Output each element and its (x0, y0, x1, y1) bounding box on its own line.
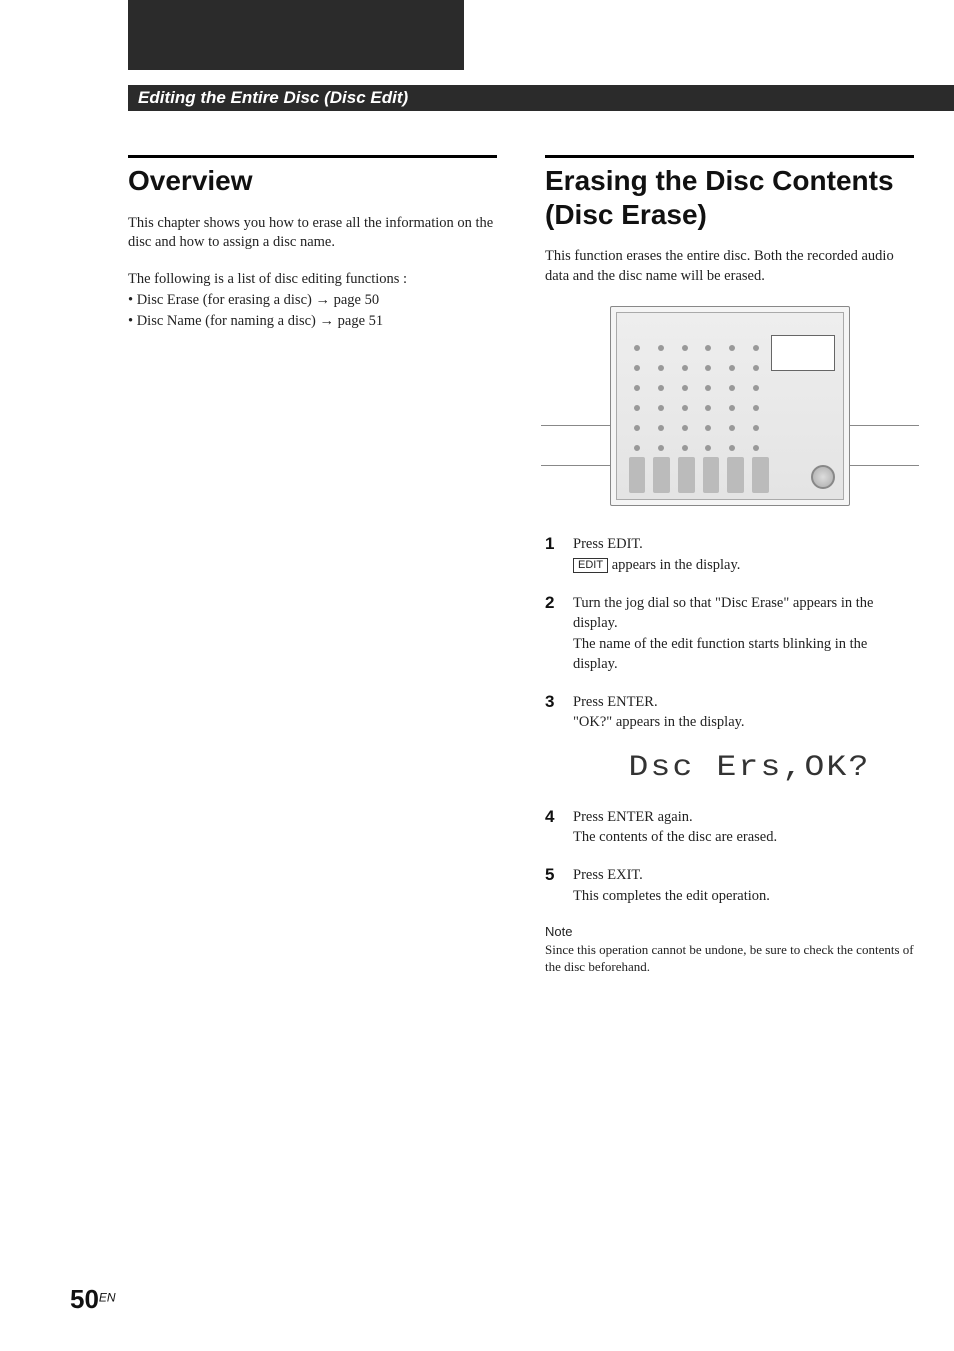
bullet-item: Disc Name (for naming a disc) → page 51 (128, 311, 497, 332)
step-line: Press EDIT. (573, 536, 643, 552)
step-body: Press EXIT. This completes the edit oper… (573, 865, 770, 906)
step-line: Press ENTER again. (573, 809, 693, 825)
step-body: Press ENTER again. The contents of the d… (573, 807, 777, 848)
overview-bullets: Disc Erase (for erasing a disc) → page 5… (128, 290, 497, 332)
page-number-suffix: EN (99, 1291, 116, 1305)
device-sliders (629, 457, 769, 493)
page-number: 50EN (70, 1284, 116, 1315)
edit-indicator-box: EDIT (573, 558, 608, 573)
step-number: 5 (545, 865, 559, 906)
section-bar-title: Editing the Entire Disc (Disc Edit) (138, 88, 408, 108)
step-4: 4 Press ENTER again. The contents of the… (545, 807, 914, 848)
step-body: Turn the jog dial so that "Disc Erase" a… (573, 593, 914, 674)
step-line: The contents of the disc are erased. (573, 829, 777, 845)
step-5: 5 Press EXIT. This completes the edit op… (545, 865, 914, 906)
callout-line (541, 465, 611, 466)
content-columns: Overview This chapter shows you how to e… (128, 155, 914, 976)
device-illustration: SONY (610, 306, 850, 506)
note-body: Since this operation cannot be undone, b… (545, 941, 914, 976)
step-line: This completes the edit operation. (573, 888, 770, 904)
callout-line (849, 465, 919, 466)
step-body: Press EDIT. EDIT appears in the display. (573, 534, 740, 575)
step-number: 4 (545, 807, 559, 848)
section-bar: Editing the Entire Disc (Disc Edit) (128, 85, 954, 111)
step-number: 3 (545, 692, 559, 733)
step-3: 3 Press ENTER. "OK?" appears in the disp… (545, 692, 914, 733)
steps-list: 1 Press EDIT. EDIT appears in the displa… (545, 534, 914, 732)
heading-rule (545, 155, 914, 158)
step-line: Turn the jog dial so that "Disc Erase" a… (573, 595, 873, 631)
step-2: 2 Turn the jog dial so that "Disc Erase"… (545, 593, 914, 674)
overview-heading: Overview (128, 164, 497, 198)
page-number-value: 50 (70, 1284, 99, 1314)
note-heading: Note (545, 924, 914, 939)
erase-heading: Erasing the Disc Contents (Disc Erase) (545, 164, 914, 231)
heading-rule (128, 155, 497, 158)
erase-intro: This function erases the entire disc. Bo… (545, 247, 914, 286)
overview-intro: This chapter shows you how to erase all … (128, 214, 497, 253)
step-line: Press ENTER. (573, 694, 658, 710)
step-number: 1 (545, 534, 559, 575)
bullet-item: Disc Erase (for erasing a disc) → page 5… (128, 290, 497, 311)
overview-list-lead: The following is a list of disc editing … (128, 269, 497, 290)
device-button-grid (627, 339, 767, 469)
step-1: 1 Press EDIT. EDIT appears in the displa… (545, 534, 914, 575)
step-body: Press ENTER. "OK?" appears in the displa… (573, 692, 745, 733)
step-line: appears in the display. (608, 557, 740, 573)
step-line: "OK?" appears in the display. (573, 714, 745, 730)
top-tab (128, 0, 464, 70)
display-readout: Dsc Ers,OK? (569, 751, 931, 785)
steps-list-cont: 4 Press ENTER again. The contents of the… (545, 807, 914, 906)
step-line: The name of the edit function starts bli… (573, 636, 867, 672)
step-number: 2 (545, 593, 559, 674)
device-jog-dial (811, 465, 835, 489)
step-line: Press EXIT. (573, 867, 643, 883)
device-panel: SONY (616, 312, 844, 500)
device-screen (771, 335, 835, 371)
left-column: Overview This chapter shows you how to e… (128, 155, 497, 976)
right-column: Erasing the Disc Contents (Disc Erase) T… (545, 155, 914, 976)
